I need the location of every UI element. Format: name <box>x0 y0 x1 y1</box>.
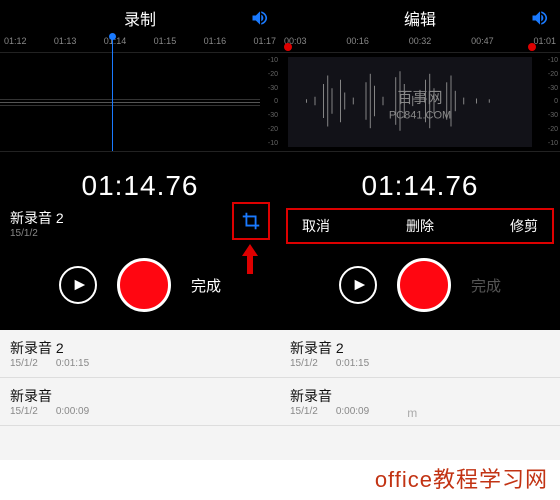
header: 录制 <box>0 0 280 36</box>
play-button[interactable] <box>339 266 377 304</box>
tick: 00:32 <box>409 36 432 52</box>
cancel-button[interactable]: 取消 <box>302 216 330 236</box>
list-item-date: 15/1/2 <box>10 406 38 417</box>
recording-panel: 录制 01:12 01:13 01:14 01:15 01:16 01:17 -… <box>0 0 280 460</box>
tick: 01:16 <box>204 36 227 52</box>
record-button[interactable] <box>397 258 451 312</box>
trim-confirm-button[interactable]: 修剪 <box>510 216 538 236</box>
footer-brand: office教程学习网 <box>375 462 548 494</box>
list-item[interactable]: 新录音 2 15/1/2 0:01:15 <box>0 330 280 378</box>
list-item-date: 15/1/2 <box>290 358 318 369</box>
list-item[interactable]: 新录音 2 15/1/2 0:01:15 <box>280 330 560 378</box>
playhead[interactable] <box>112 37 113 151</box>
done-button[interactable]: 完成 <box>191 275 221 296</box>
list-item-name: 新录音 2 <box>290 338 550 358</box>
delete-button[interactable]: 删除 <box>406 216 434 236</box>
list-item[interactable]: 新录音 15/1/2 0:00:09 <box>0 378 280 426</box>
watermark-url: PC841.COM <box>389 109 451 121</box>
done-button: 完成 <box>471 275 501 296</box>
edit-actions-bar: 取消 删除 修剪 <box>286 208 554 244</box>
tick: 01:13 <box>54 36 77 52</box>
list-item-name: 新录音 <box>290 386 550 406</box>
tick: 01:01 <box>533 36 556 52</box>
play-button[interactable] <box>59 266 97 304</box>
timeline-ruler: 00:03 00:16 00:32 00:47 01:01 <box>280 36 560 52</box>
waveform-scale: -10-20-300-30-20-10 <box>268 53 278 151</box>
header-title: 录制 <box>124 6 156 30</box>
recordings-list: 新录音 2 15/1/2 0:01:15 新录音 15/1/2 0:00:09 … <box>280 330 560 460</box>
list-item-duration: 0:01:15 <box>336 358 369 369</box>
tick: 01:17 <box>253 36 276 52</box>
trim-handle-left[interactable] <box>284 43 292 51</box>
timer: 01:14.76 <box>82 170 199 201</box>
watermark: 百事网 PC841.COM <box>389 88 451 122</box>
timer-display: 01:14.76 <box>0 152 280 208</box>
tick: 01:12 <box>4 36 27 52</box>
list-item-duration: 0:01:15 <box>56 358 89 369</box>
recordings-list: 新录音 2 15/1/2 0:01:15 新录音 15/1/2 0:00:09 <box>0 330 280 460</box>
audio-output-icon[interactable] <box>530 8 550 28</box>
watermark-char: m <box>407 406 417 420</box>
list-item-name: 新录音 2 <box>10 338 270 358</box>
trim-handle-right[interactable] <box>528 43 536 51</box>
timer-display: 01:14.76 <box>280 152 560 208</box>
list-item-name: 新录音 <box>10 386 270 406</box>
audio-output-icon[interactable] <box>250 8 270 28</box>
waveform-scale: -10-20-300-30-20-10 <box>548 53 558 151</box>
recording-meta-row: 新录音 2 15/1/2 <box>0 208 280 244</box>
list-item-date: 15/1/2 <box>290 406 318 420</box>
watermark-text: 百事网 <box>397 89 442 106</box>
waveform-line <box>0 102 260 103</box>
header: 编辑 <box>280 0 560 36</box>
tick: 00:16 <box>346 36 369 52</box>
tick: 00:47 <box>471 36 494 52</box>
timeline-ruler: 01:12 01:13 01:14 01:15 01:16 01:17 <box>0 36 280 52</box>
list-item[interactable]: 新录音 15/1/2 0:00:09 m <box>280 378 560 426</box>
waveform-view[interactable]: 百事网 PC841.COM -10-20-300-30-20-10 <box>280 52 560 152</box>
waveform-view[interactable]: -10-20-300-30-20-10 <box>0 52 280 152</box>
edit-panel: 编辑 00:03 00:16 00:32 00:47 01:01 <box>280 0 560 460</box>
record-button[interactable] <box>117 258 171 312</box>
list-item-date: 15/1/2 <box>10 358 38 369</box>
timer: 01:14.76 <box>362 170 479 201</box>
trim-button[interactable] <box>232 202 270 240</box>
tick: 01:15 <box>154 36 177 52</box>
list-item-duration: 0:00:09 <box>336 406 369 420</box>
header-title: 编辑 <box>404 6 436 30</box>
list-item-duration: 0:00:09 <box>56 406 89 417</box>
playback-controls: 完成 <box>280 244 560 330</box>
playback-controls: 完成 <box>0 244 280 330</box>
